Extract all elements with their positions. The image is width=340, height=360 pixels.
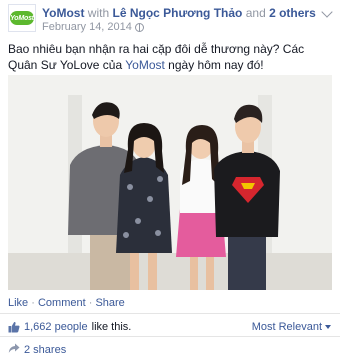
facebook-post-card: YoMost YoMost with Lê Ngọc Phương Thảo a… (0, 0, 340, 360)
globe-icon[interactable] (134, 22, 144, 32)
divider (0, 313, 340, 314)
yomost-logo: YoMost (10, 11, 34, 25)
with-text: with (87, 6, 110, 20)
page-name-link[interactable]: YoMost (42, 6, 84, 20)
action-separator: · (28, 297, 38, 309)
likes-suffix: like this. (91, 321, 132, 333)
post-message: Bao nhiêu bạn nhận ra hai cặp đôi dễ thư… (8, 41, 333, 73)
comment-link[interactable]: Comment (38, 297, 86, 309)
yomost-mention-link[interactable]: YoMost (125, 58, 165, 72)
comment-sort-dropdown[interactable]: Most Relevant (252, 321, 331, 333)
date-link[interactable]: February 14, 2014 (42, 21, 132, 33)
divider (0, 336, 340, 337)
share-icon (8, 343, 20, 357)
page-avatar[interactable]: YoMost (8, 4, 36, 32)
shares-link[interactable]: 2 shares (24, 344, 66, 356)
sort-label: Most Relevant (251, 321, 322, 333)
post-actions: Like · Comment · Share (8, 297, 125, 309)
others-link[interactable]: 2 others (269, 6, 316, 20)
shares-summary: 2 shares (8, 343, 66, 357)
share-link[interactable]: Share (95, 297, 124, 309)
post-text-part2: ngày hôm nay đó! (164, 58, 264, 72)
thumbs-up-icon (8, 321, 20, 333)
post-timestamp: February 14, 2014 (42, 21, 144, 33)
like-link[interactable]: Like (8, 297, 28, 309)
likes-count-link[interactable]: 1,662 people (24, 321, 88, 333)
chevron-down-icon[interactable] (321, 6, 333, 18)
likes-summary: 1,662 people like this. (8, 321, 131, 333)
caret-down-icon (325, 325, 331, 329)
photo-illustration (8, 75, 332, 290)
post-header: YoMost with Lê Ngọc Phương Thảo and 2 ot… (42, 6, 316, 20)
post-photo[interactable] (8, 75, 332, 290)
and-text: and (245, 6, 266, 20)
action-separator: · (85, 297, 96, 309)
tagged-person-link[interactable]: Lê Ngọc Phương Thảo (112, 6, 242, 20)
